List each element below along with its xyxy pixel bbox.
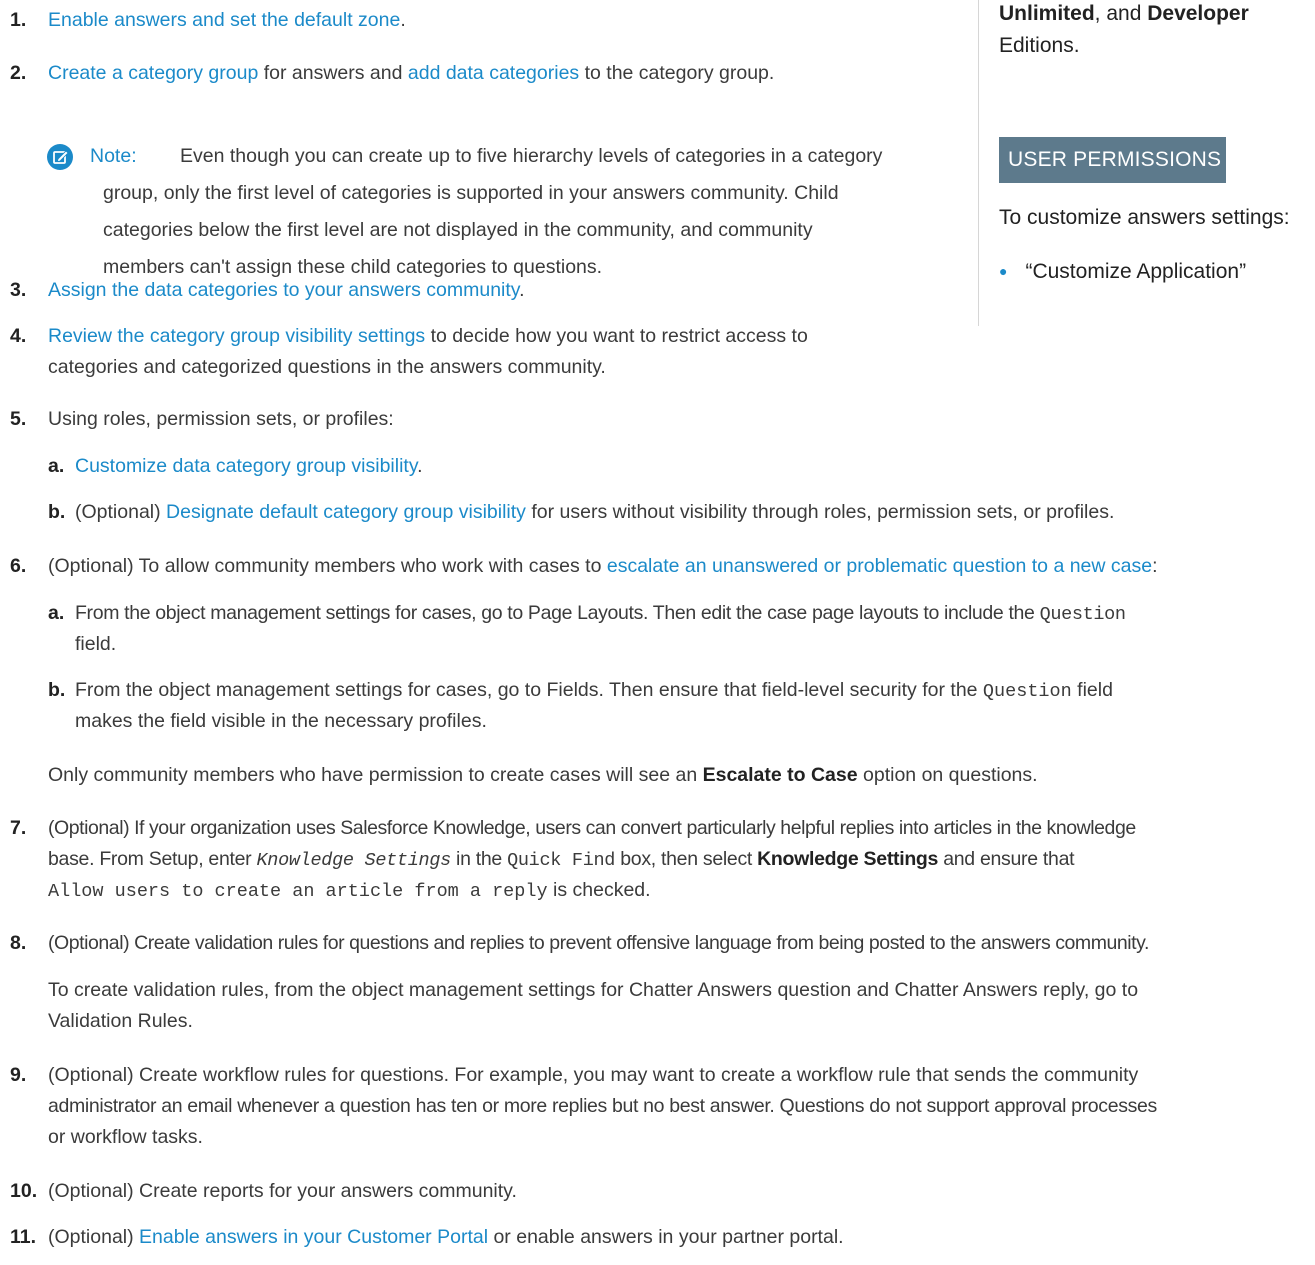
step-number: 6. <box>10 555 27 577</box>
step-number: 7. <box>10 817 27 839</box>
knowledge-settings-code: Knowledge Settings <box>256 850 452 871</box>
note-label: Note: <box>90 145 137 167</box>
substep-letter: b. <box>48 679 66 701</box>
step-text: Only community members who have permissi… <box>48 764 703 786</box>
designate-default-visibility-link[interactable]: Designate default category group visibil… <box>166 501 526 523</box>
knowledge-settings-label: Knowledge Settings <box>757 848 939 870</box>
step-text: box, then select <box>615 848 758 870</box>
step-text: base. From Setup, enter <box>48 848 257 870</box>
user-permissions-heading: USER PERMISSIONS <box>999 137 1226 183</box>
step-number: 8. <box>10 932 27 954</box>
step-text: (Optional) <box>75 501 167 523</box>
permissions-text: To customize answers settings: <box>999 206 1290 229</box>
step-text: (Optional) Create workflow rules for que… <box>48 1064 1139 1086</box>
substep-letter: a. <box>48 455 65 477</box>
step-text: (Optional) Create validation rules for q… <box>48 932 1149 954</box>
step-number: 5. <box>10 408 27 430</box>
step-text: (Optional) If your organization uses Sal… <box>48 817 1136 839</box>
step-text: field <box>1071 679 1113 701</box>
review-visibility-settings-link[interactable]: Review the category group visibility set… <box>48 325 425 347</box>
note-text-line: categories below the first level are not… <box>103 219 813 241</box>
step-number: 11. <box>10 1226 37 1248</box>
edition-developer: Developer <box>1147 2 1249 25</box>
create-category-group-link[interactable]: Create a category group <box>48 62 258 84</box>
step-number: 4. <box>10 325 27 347</box>
escalate-to-case-label: Escalate to Case <box>702 764 858 786</box>
question-field-code: Question <box>982 681 1072 702</box>
step-text: to the category group. <box>579 62 775 84</box>
escalate-question-link[interactable]: escalate an unanswered or problematic qu… <box>607 555 1152 577</box>
step-text: (Optional) <box>48 1226 140 1248</box>
step-9-line-2: administrator an email whenever a questi… <box>48 1095 1157 1117</box>
step-number: 10. <box>10 1180 38 1202</box>
step-text: option on questions. <box>857 764 1038 786</box>
step-number: 3. <box>10 279 27 301</box>
step-text: From the object management settings for … <box>75 679 983 701</box>
step-6a-line-2: field. <box>75 633 117 655</box>
editions-and: , and <box>1094 2 1148 25</box>
add-data-categories-link[interactable]: add data categories <box>408 62 579 84</box>
note-text-line: group, only the first level of categorie… <box>103 182 839 204</box>
substep-letter: b. <box>48 501 66 523</box>
note-text-line: Even though you can create up to five hi… <box>180 145 883 167</box>
step-text: . <box>417 455 423 477</box>
enable-customer-portal-link[interactable]: Enable answers in your Customer Portal <box>139 1226 488 1248</box>
step-number: 1. <box>10 9 27 31</box>
edition-unlimited: Unlimited <box>999 2 1095 25</box>
quick-find-code: Quick Find <box>507 850 616 871</box>
customize-visibility-link[interactable]: Customize data category group visibility <box>75 455 417 477</box>
step-8-line-2: To create validation rules, from the obj… <box>48 979 1139 1001</box>
substep-letter: a. <box>48 602 65 624</box>
step-text: . <box>519 279 525 301</box>
step-text: is checked. <box>547 879 651 901</box>
step-text: in the <box>450 848 508 870</box>
step-text: for users without visibility through rol… <box>525 501 1115 523</box>
step-9-line-3: or workflow tasks. <box>48 1126 203 1148</box>
step-text: and ensure that <box>938 848 1075 870</box>
step-text: . <box>400 9 406 31</box>
step-8-line-3: Validation Rules. <box>48 1010 193 1032</box>
assign-data-categories-link[interactable]: Assign the data categories to your answe… <box>48 279 519 301</box>
step-6-tail: Only community members who have permissi… <box>48 760 1038 791</box>
enable-answers-link[interactable]: Enable answers and set the default zone <box>48 9 400 31</box>
step-text: : <box>1152 555 1158 577</box>
question-field-code: Question <box>1039 604 1126 625</box>
step-text: From the object management settings for … <box>75 602 1040 624</box>
step-text: or enable answers in your partner portal… <box>488 1226 844 1248</box>
bullet-icon: ● <box>999 263 1008 279</box>
note-edit-icon <box>47 144 73 170</box>
step-text: to decide how you want to restrict acces… <box>425 325 808 347</box>
step-number: 2. <box>10 62 27 84</box>
editions-line-1: Unlimited, and Developer <box>999 0 1249 29</box>
step-text: for answers and <box>258 62 408 84</box>
editions-sidebar: Unlimited, and Developer Editions. USER … <box>978 0 1309 326</box>
editions-line-2: Editions. <box>999 34 1080 57</box>
step-text: (Optional) Create reports for your answe… <box>48 1180 517 1202</box>
permission-item: ● “Customize Application” <box>999 256 1246 287</box>
step-text: Using roles, permission sets, or profile… <box>48 408 394 430</box>
step-number: 9. <box>10 1064 27 1086</box>
step-4-line-2: categories and categorized questions in … <box>48 356 606 378</box>
allow-users-option-code: Allow users to create an article from a … <box>48 881 548 902</box>
step-text: (Optional) To allow community members wh… <box>48 555 607 577</box>
step-6b-line-2: makes the field visible in the necessary… <box>75 710 487 732</box>
step-7-line-3: Allow users to create an article from a … <box>48 875 651 907</box>
permission-item-label: “Customize Application” <box>1025 260 1247 283</box>
step-7-line-2: base. From Setup, enter Knowledge Settin… <box>48 844 1075 876</box>
